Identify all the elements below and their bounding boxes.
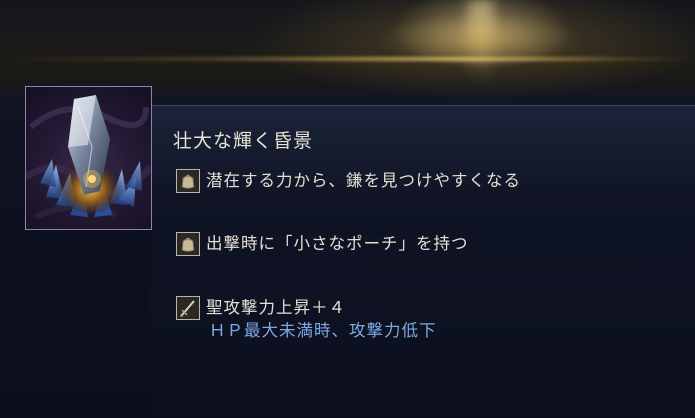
effect-text-3: 聖攻撃力上昇＋４ bbox=[206, 298, 346, 317]
sword-icon bbox=[176, 296, 200, 320]
relic-detail-screen: 壮大な輝く昏景 潜在する力から、鎌を見つけやすくなる 出撃時に「小さなポーチ」を… bbox=[0, 0, 695, 418]
crystal-shard-icon bbox=[26, 95, 151, 220]
pouch-icon bbox=[176, 232, 200, 256]
effect-text-1: 潜在する力から、鎌を見つけやすくなる bbox=[206, 171, 521, 190]
item-image-frame[interactable] bbox=[25, 86, 152, 230]
golden-horizon-line bbox=[0, 57, 695, 61]
effect-text-2: 出撃時に「小さなポーチ」を持つ bbox=[206, 234, 469, 253]
top-light-ray bbox=[468, 0, 494, 80]
item-name: 壮大な輝く昏景 bbox=[173, 130, 314, 152]
pouch-icon bbox=[176, 169, 200, 193]
effect-condition-text: ＨＰ最大未満時、攻撃力低下 bbox=[209, 321, 437, 340]
